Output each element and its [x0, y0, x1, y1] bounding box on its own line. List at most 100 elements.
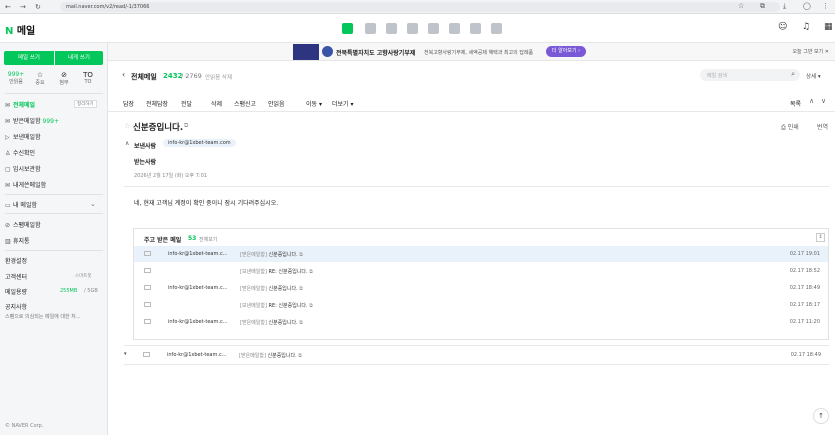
- menu-icon[interactable]: ⋮: [822, 2, 829, 10]
- sidebar-item-trash[interactable]: ▥ 휴지통: [5, 236, 30, 245]
- apps-grid-icon[interactable]: ▦: [824, 22, 833, 32]
- scroll-top-button[interactable]: ↑: [813, 408, 829, 424]
- reply-button[interactable]: 답장: [123, 99, 134, 108]
- print-button[interactable]: ⎙ 인쇄: [781, 122, 799, 132]
- back-arrow-icon[interactable]: ←: [5, 3, 11, 11]
- reply-all-button[interactable]: 전체답장: [146, 99, 168, 108]
- list-item[interactable]: info-kr@1xbet-team.c... [받은메일함] 신분증입니다. …: [134, 246, 828, 262]
- spam-report-button[interactable]: 스팸신고: [234, 99, 256, 108]
- naver-mail-logo[interactable]: N 메일: [5, 22, 35, 37]
- profile-icon[interactable]: ◯: [803, 2, 811, 10]
- sidebar-item-my-box[interactable]: ▭ 내 메일함: [5, 200, 37, 209]
- notice-title[interactable]: 공지사항: [5, 302, 27, 311]
- memo-app-icon[interactable]: [407, 23, 418, 34]
- sidebar-item-read-receipt[interactable]: ♙ 수신확인: [5, 148, 35, 157]
- total-count: / 2769: [181, 72, 202, 80]
- clip-icon: ⊘: [61, 71, 67, 79]
- bell-icon[interactable]: ♫: [802, 22, 810, 32]
- support-link[interactable]: 고객센터: [5, 272, 27, 281]
- list-item[interactable]: info-kr@1xbet-team.c... [받은메일함] 신분증입니다. …: [134, 280, 828, 296]
- sender-tag[interactable]: info-kr@1xbet-team.com: [163, 139, 236, 147]
- list-item[interactable]: ▾ info-kr@1xbet-team.c... [받은메일함] 신분증입니다…: [120, 347, 829, 363]
- expand-icon[interactable]: ↕: [816, 233, 825, 242]
- usage-used: 255MB: [60, 287, 78, 294]
- mail-icon: ✉: [5, 118, 11, 125]
- usage-label: 메일용량: [5, 289, 28, 296]
- inbox-count: 999+: [42, 118, 60, 125]
- back-chevron-icon[interactable]: ‹: [122, 70, 125, 79]
- translate-button[interactable]: 번역: [817, 122, 828, 131]
- ad-title: 전북특별자치도 고향사랑기부제: [336, 50, 416, 57]
- settings-link[interactable]: 환경설정: [5, 256, 27, 265]
- office-app-icon[interactable]: [491, 23, 502, 34]
- delete-unread-button[interactable]: 안읽음 삭제: [205, 73, 232, 81]
- divider: [124, 364, 829, 365]
- ad-description: 전북고향사랑기부제, 세액공제 혜택과 최고의 답례품: [424, 49, 534, 56]
- draft-icon: ▢: [5, 166, 11, 173]
- ad-close-button[interactable]: 오늘 그만 보기 ✕: [792, 48, 829, 55]
- next-mail-icon[interactable]: ∨: [821, 97, 826, 105]
- star-icon[interactable]: ☆: [738, 2, 744, 10]
- search-icon[interactable]: ⌕: [791, 70, 795, 79]
- list-button[interactable]: 목록: [790, 99, 801, 108]
- address-bar[interactable]: mail.naver.com/v2/read/-1/37066: [60, 2, 780, 12]
- delete-button[interactable]: 삭제: [211, 99, 222, 108]
- forward-button[interactable]: 전달: [181, 99, 192, 108]
- ad-banner[interactable]: 전북특별자치도 고향사랑기부제 전북고향사랑기부제, 세액공제 혜택과 최고의 …: [108, 43, 835, 61]
- mark-unread-button[interactable]: 안읽음: [268, 99, 285, 108]
- quick-attach[interactable]: ⊘ 첨부: [55, 71, 73, 86]
- contacts-app-icon[interactable]: [386, 23, 397, 34]
- divider: [5, 250, 103, 251]
- arrow-up-icon: ↑: [818, 412, 824, 420]
- notice-text[interactable]: 스팸으로 의심되는 메일에 대한 처...: [5, 313, 81, 320]
- calendar-app-icon[interactable]: [365, 23, 376, 34]
- divider: [5, 213, 103, 214]
- write-to-me-button[interactable]: 내게 쓰기: [55, 51, 103, 65]
- sidebar-item-drafts[interactable]: ▢ 임시보관함: [5, 164, 41, 173]
- sidebar-item-to-me[interactable]: ✉ 내게쓴메일함: [5, 180, 46, 189]
- photo-app-icon[interactable]: [470, 23, 481, 34]
- sidebar-item-inbox[interactable]: ✉ 받은메일함 999+: [5, 116, 59, 125]
- sidebar-item-all-mail[interactable]: ✉ 전체메일: [5, 100, 35, 109]
- link-icon: ⧉: [309, 303, 313, 309]
- extension-icon[interactable]: ⧉: [760, 2, 765, 11]
- drive-app-icon[interactable]: [449, 23, 460, 34]
- download-icon[interactable]: ⤓: [783, 2, 786, 11]
- expand-arrow-icon[interactable]: ▾: [124, 351, 127, 357]
- view-all-link[interactable]: 전체보기: [199, 236, 217, 243]
- ad-more-button[interactable]: 더 알아보기 ›: [546, 46, 586, 57]
- star-icon[interactable]: ☆: [124, 122, 130, 130]
- chevron-down-icon[interactable]: ⌄: [90, 200, 96, 208]
- forward-arrow-icon[interactable]: →: [20, 3, 26, 11]
- list-item[interactable]: [보낸메일함] RE: 신분증입니다. ⧉ 02.17 18:17: [134, 297, 828, 313]
- search-input[interactable]: 메일 검색 ⌕: [700, 69, 800, 81]
- mail-app-icon[interactable]: [342, 23, 353, 34]
- more-button[interactable]: 더보기 ▾: [332, 99, 353, 108]
- list-item[interactable]: [보낸메일함] RE: 신분증입니다. ⧉ 02.17 18:52: [134, 263, 828, 279]
- smartbot-label[interactable]: 스마트봇: [75, 273, 92, 279]
- print-icon: ⎙: [781, 124, 788, 131]
- mail-icon: [144, 268, 151, 273]
- sidebar-item-spam[interactable]: ⊘ 스팸메일함: [5, 220, 41, 229]
- thread-title: 주고 받은 메일: [144, 237, 182, 244]
- usage-total: / 5GB: [84, 287, 98, 294]
- quick-important[interactable]: ☆ 중요: [31, 71, 49, 86]
- quick-unread[interactable]: 999+ 안읽음: [7, 71, 25, 85]
- ad-logo: [293, 44, 319, 60]
- detail-search-button[interactable]: 상세 ▾: [806, 72, 821, 80]
- mail-icon: [144, 251, 151, 256]
- collapse-chevron-icon[interactable]: ∧: [125, 140, 129, 147]
- prev-mail-icon[interactable]: ∧: [809, 97, 814, 105]
- list-item[interactable]: info-kr@1xbet-team.c... [받은메일함] 신분증입니다. …: [134, 314, 828, 330]
- settings-app-icon[interactable]: [428, 23, 439, 34]
- chat-icon[interactable]: ☺: [778, 22, 787, 32]
- link-icon[interactable]: ⧉: [184, 122, 188, 130]
- divider: [5, 93, 103, 94]
- write-mail-button[interactable]: 메일 쓰기: [4, 51, 54, 65]
- move-button[interactable]: 이동 ▾: [306, 99, 322, 108]
- sidebar-item-sent[interactable]: ▷ 보낸메일함: [5, 132, 41, 141]
- organize-badge[interactable]: 정리하기: [74, 100, 97, 108]
- reload-icon[interactable]: ↻: [35, 3, 41, 11]
- quick-to[interactable]: TO TO: [79, 71, 97, 85]
- thread-box: 주고 받은 메일 53 전체보기 ↕ info-kr@1xbet-team.c.…: [133, 228, 829, 340]
